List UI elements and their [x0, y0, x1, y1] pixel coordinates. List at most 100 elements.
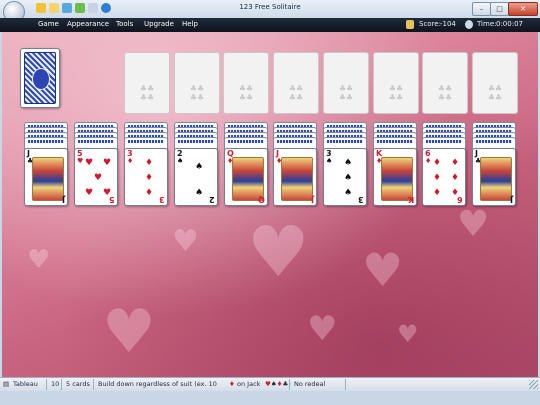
- tableau-column[interactable]: J ♦ J: [273, 122, 317, 206]
- score-icon: [406, 20, 414, 29]
- card-pip-icon: ♠: [195, 188, 204, 198]
- card-pip-icon: ♥: [85, 158, 94, 168]
- playing-card[interactable]: Q ♦ Q: [224, 148, 268, 206]
- tableau-icon: ▤: [3, 380, 10, 388]
- menu-appearance[interactable]: Appearance: [67, 20, 109, 28]
- card-suit-icon: ♦: [127, 157, 134, 165]
- heart-decoration: ♥: [172, 224, 199, 259]
- foundation-slot[interactable]: ♣♣ ♣♣: [373, 52, 419, 114]
- foundation-pips: ♣♣ ♣♣: [288, 84, 304, 102]
- foundation-slot[interactable]: ♣♣ ♣♣: [174, 52, 220, 114]
- card-rank-bottom: J: [311, 195, 314, 204]
- card-pip-icon: ♠: [344, 158, 353, 168]
- playing-card[interactable]: 6 ♦ ♦ ♦ ♦ ♦ ♦ ♦ 6: [422, 148, 466, 206]
- tableau-column[interactable]: J ♣ J: [24, 122, 68, 206]
- status-divider: [93, 379, 94, 390]
- playing-card[interactable]: J ♣ J: [24, 148, 68, 206]
- heart-decoration: ♥: [307, 309, 338, 349]
- foundation-slot[interactable]: ♣♣ ♣♣: [273, 52, 319, 114]
- stock-pile[interactable]: [20, 48, 60, 108]
- card-pip-icon: ♥: [103, 158, 112, 168]
- card-rank-bottom: Q: [258, 195, 265, 204]
- menu-tools[interactable]: Tools: [116, 20, 133, 28]
- heart-decoration: ♥: [397, 320, 419, 348]
- foundation-slot[interactable]: ♣♣ ♣♣: [223, 52, 269, 114]
- card-pip-icon: ♥: [94, 173, 103, 183]
- status-redeal: No redeal: [294, 380, 326, 388]
- card-pip-icon: ♦: [451, 173, 460, 183]
- close-button[interactable]: ✕: [508, 2, 538, 16]
- tableau-column[interactable]: 6 ♦ ♦ ♦ ♦ ♦ ♦ ♦ 6: [422, 122, 466, 206]
- status-count: 10: [51, 380, 60, 388]
- card-suit-icon: ♠: [326, 157, 333, 165]
- card-rank-bottom: J: [510, 195, 513, 204]
- card-pip-icon: ♦: [145, 173, 154, 183]
- status-hint: Build down regardless of suit (ex. 10: [98, 380, 217, 388]
- card-rank-bottom: 2: [209, 195, 215, 204]
- hint-suit-icon: ♦: [229, 380, 235, 388]
- court-card-figure: [32, 157, 64, 201]
- card-suit-icon: ♦: [425, 157, 432, 165]
- foundation-pips: ♣♣ ♣♣: [189, 84, 205, 102]
- resize-grip[interactable]: [529, 380, 538, 389]
- status-divider: [61, 379, 62, 390]
- card-rank-bottom: K: [407, 195, 414, 204]
- card-pip-icon: ♥: [85, 188, 94, 198]
- tableau-column[interactable]: 2 ♠ ♠ ♠ 2: [174, 122, 218, 206]
- card-rank-bottom: 6: [457, 195, 463, 204]
- playing-card[interactable]: J ♦ J: [273, 148, 317, 206]
- card-rank-bottom: 3: [358, 195, 364, 204]
- playing-card[interactable]: 5 ♥ ♥ ♥ ♥ ♥ ♥ 5: [74, 148, 118, 206]
- foundation-pips: ♣♣ ♣♣: [139, 84, 155, 102]
- card-pip-icon: ♦: [433, 158, 442, 168]
- time-value: 0:00:07: [496, 20, 523, 28]
- title-bar: 123 Free Solitaire – □ ✕: [0, 0, 540, 23]
- status-game: Tableau: [13, 380, 38, 388]
- minimize-button[interactable]: –: [472, 2, 491, 16]
- status-divider: [289, 379, 290, 390]
- foundation-slot[interactable]: ♣♣ ♣♣: [472, 52, 518, 114]
- playing-card[interactable]: 3 ♦ ♦ ♦ ♦ 3: [124, 148, 168, 206]
- score-label: Score:: [419, 20, 441, 28]
- card-rank-bottom: 5: [109, 195, 115, 204]
- foundation-pips: ♣♣ ♣♣: [338, 84, 354, 102]
- foundation-slot[interactable]: ♣♣ ♣♣: [323, 52, 369, 114]
- court-card-figure: [281, 157, 313, 201]
- foundation-slot[interactable]: ♣♣ ♣♣: [422, 52, 468, 114]
- foundation-slot[interactable]: ♣♣ ♣♣: [124, 52, 170, 114]
- tableau-column[interactable]: 3 ♠ ♠ ♠ ♠ 3: [323, 122, 367, 206]
- card-rank-bottom: J: [62, 195, 65, 204]
- card-pip-icon: ♦: [145, 158, 154, 168]
- heart-decoration: ♥: [457, 204, 490, 245]
- tableau-column[interactable]: K ♦ K: [373, 122, 417, 206]
- menu-upgrade[interactable]: Upgrade: [144, 20, 174, 28]
- card-pip-icon: ♦: [433, 173, 442, 183]
- card-pip-icon: ♦: [433, 188, 442, 198]
- status-divider: [46, 379, 47, 390]
- tableau-column[interactable]: 3 ♦ ♦ ♦ ♦ 3: [124, 122, 168, 206]
- foundation-pips: ♣♣ ♣♣: [238, 84, 254, 102]
- card-rank-bottom: 3: [159, 195, 165, 204]
- card-pip-icon: ♦: [451, 158, 460, 168]
- hint-suits-icon: ♥♠♦♣): [265, 380, 291, 388]
- foundation-pips: ♣♣ ♣♣: [388, 84, 404, 102]
- heart-decoration: ♥: [27, 245, 51, 275]
- heart-decoration: ♥: [362, 243, 404, 297]
- card-suit-icon: ♠: [177, 157, 184, 165]
- menu-game[interactable]: Game: [38, 20, 59, 28]
- card-pip-icon: ♠: [344, 188, 353, 198]
- score-value: -104: [440, 20, 456, 28]
- status-bar: ▤ Tableau 10 5 cards Build down regardle…: [0, 377, 540, 391]
- menu-help[interactable]: Help: [182, 20, 198, 28]
- tableau-column[interactable]: 5 ♥ ♥ ♥ ♥ ♥ ♥ 5: [74, 122, 118, 206]
- card-back-emblem: [32, 68, 50, 90]
- playing-card[interactable]: 2 ♠ ♠ ♠ 2: [174, 148, 218, 206]
- playing-card[interactable]: 3 ♠ ♠ ♠ ♠ 3: [323, 148, 367, 206]
- foundation-pips: ♣♣ ♣♣: [437, 84, 453, 102]
- tableau-column[interactable]: Q ♦ Q: [224, 122, 268, 206]
- playing-card[interactable]: K ♦ K: [373, 148, 417, 206]
- tableau-column[interactable]: J ♣ J: [472, 122, 516, 206]
- playing-card[interactable]: J ♣ J: [472, 148, 516, 206]
- menu-bar: Game Appearance Tools Upgrade Help Score…: [0, 18, 540, 32]
- maximize-button[interactable]: □: [490, 2, 509, 16]
